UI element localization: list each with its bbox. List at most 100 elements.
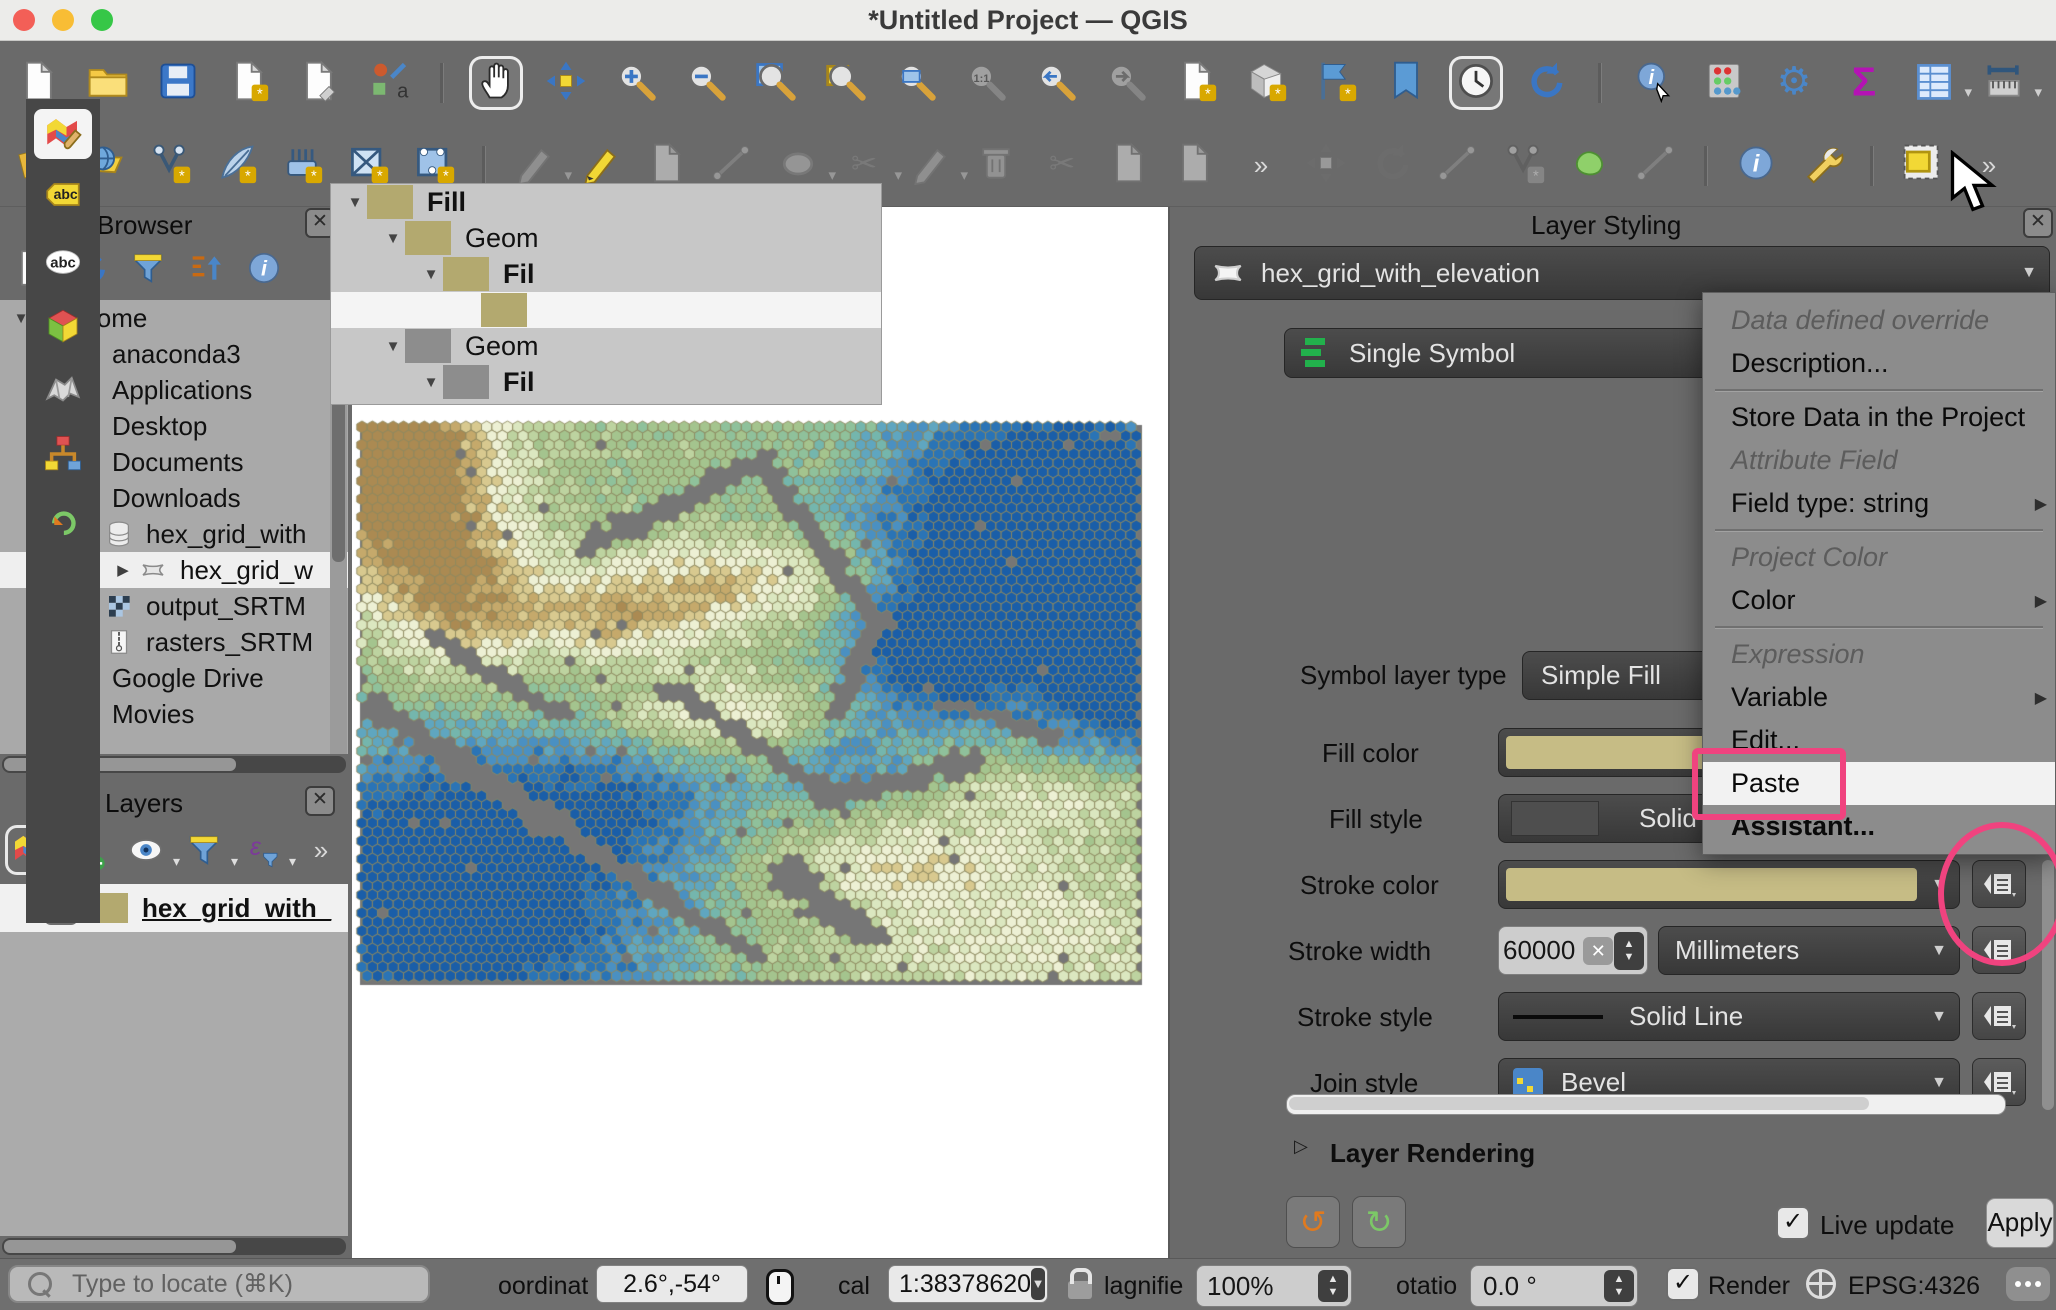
pan-map-button[interactable]: [472, 59, 520, 107]
styling-vertical-scrollbar[interactable]: [2042, 860, 2054, 1110]
zoom-in-button[interactable]: [612, 59, 660, 107]
messages-bubble-icon[interactable]: [2006, 1267, 2050, 1301]
select-features-by-area-button[interactable]: ▾: [1898, 142, 1946, 190]
magnifier-spinner[interactable]: ▲▼: [1318, 1270, 1348, 1302]
statistical-summary-button[interactable]: [1700, 59, 1748, 107]
filter-by-expression-button[interactable]: ε▾: [240, 828, 284, 872]
menu-item-field-type-string[interactable]: Field type: string▶: [1703, 482, 2055, 525]
symbol-tree-row[interactable]: ▼Geom: [331, 220, 881, 256]
rotation-spinner[interactable]: ▲▼: [1604, 1270, 1634, 1302]
extents-mouse-icon[interactable]: [766, 1269, 794, 1305]
magnifier-spinbox[interactable]: 100% ▲▼: [1196, 1265, 1352, 1307]
menu-item-paste[interactable]: Paste: [1703, 762, 2055, 805]
paste-features-button[interactable]: [1170, 142, 1218, 190]
vertex-tool-button[interactable]: *: [1500, 142, 1548, 190]
properties-info-button[interactable]: i: [242, 246, 286, 290]
toolbar-overflow-mid-button[interactable]: »: [1236, 142, 1284, 190]
lock-scale-icon[interactable]: [1068, 1281, 1092, 1299]
zoom-native-button[interactable]: 1:1: [962, 59, 1010, 107]
symbol-tree-row[interactable]: ▼Fill: [331, 184, 881, 220]
rotation-spinbox[interactable]: 0.0 ° ▲▼: [1470, 1265, 1638, 1307]
new-spatial-bookmark-button[interactable]: *: [1312, 59, 1360, 107]
styling-tab-symbology[interactable]: [34, 109, 92, 159]
advanced-digitize-button[interactable]: ▾: [906, 142, 954, 190]
menu-item-variable[interactable]: Variable▶: [1703, 676, 2055, 719]
zoom-full-extent-button[interactable]: [752, 59, 800, 107]
stroke-color-combo[interactable]: ▼: [1498, 860, 1960, 909]
identify-features-button[interactable]: i: [1630, 59, 1678, 107]
zoom-to-layer-button[interactable]: [892, 59, 940, 107]
style-manager-button[interactable]: a: [364, 59, 412, 107]
redo-button[interactable]: ↻: [1352, 1196, 1406, 1248]
toolbar-overflow-end-button[interactable]: »: [1964, 142, 2012, 190]
collapse-all-button[interactable]: [184, 246, 228, 290]
menu-item-assistant[interactable]: Assistant...: [1703, 805, 2055, 848]
filter-legend-button[interactable]: ▾: [182, 828, 226, 872]
copy-features-button[interactable]: [1104, 142, 1152, 190]
stroke-width-data-defined-button[interactable]: [1972, 926, 2026, 974]
hex-grid-map[interactable]: [354, 417, 1148, 992]
apply-button[interactable]: Apply: [1986, 1198, 2054, 1248]
symbol-tree-row[interactable]: ▼Fil: [331, 256, 881, 292]
zoom-to-selection-button[interactable]: [822, 59, 870, 107]
locator-search-input[interactable]: Type to locate (⌘K): [8, 1265, 430, 1303]
zoom-out-button[interactable]: [682, 59, 730, 107]
styling-tab-labels[interactable]: abc: [34, 173, 92, 223]
new-map-view-button[interactable]: *: [1172, 59, 1220, 107]
styling-horizontal-scrollbar[interactable]: [1286, 1094, 2006, 1115]
move-feature-button[interactable]: [1302, 142, 1350, 190]
zoom-next-button[interactable]: [1102, 59, 1150, 107]
styling-close-icon[interactable]: ✕: [2023, 208, 2053, 238]
stroke-width-spinner[interactable]: ▲▼: [1614, 932, 1644, 970]
render-checkbox[interactable]: ✓: [1666, 1267, 1700, 1301]
stroke-width-unit-combo[interactable]: Millimeters ▼: [1658, 926, 1960, 975]
refresh-map-button[interactable]: [1522, 59, 1570, 107]
menu-item-description[interactable]: Description...: [1703, 342, 2055, 385]
chevron-down-icon[interactable]: ▾: [894, 166, 902, 184]
zoom-last-button[interactable]: [1032, 59, 1080, 107]
expander-icon[interactable]: ▶: [112, 561, 134, 579]
manage-visibility-button[interactable]: ▾: [124, 828, 168, 872]
split-features-button[interactable]: [1434, 142, 1482, 190]
stroke-width-spinbox[interactable]: 60000 ✕ ▲▼: [1498, 926, 1648, 975]
symbol-tree-row[interactable]: ▼Geom: [331, 328, 881, 364]
live-update-checkbox[interactable]: ✓: [1776, 1206, 1810, 1240]
scale-combo[interactable]: 1:38378620 ▼: [888, 1265, 1048, 1303]
symbol-tree-row[interactable]: [331, 292, 881, 328]
menu-item-store-data-in-the-project[interactable]: Store Data in the Project: [1703, 396, 2055, 439]
rotate-feature-button[interactable]: [1368, 142, 1416, 190]
layers-horizontal-scrollbar[interactable]: [2, 1238, 346, 1255]
styling-tab-history[interactable]: [34, 493, 92, 543]
show-statistics-sum-button[interactable]: Σ: [1840, 59, 1888, 107]
pan-map-to-selection-button[interactable]: [542, 59, 590, 107]
crs-label[interactable]: EPSG:4326: [1848, 1272, 1980, 1301]
toolbox-wrench-button[interactable]: [1798, 142, 1846, 190]
cut-features-button[interactable]: ✂: [1038, 142, 1086, 190]
layer-rendering-header[interactable]: Layer Rendering: [1330, 1138, 1535, 1169]
new-3d-map-view-button[interactable]: *: [1242, 59, 1290, 107]
delete-selected-button[interactable]: [972, 142, 1020, 190]
styling-tab-diagrams[interactable]: [34, 365, 92, 415]
save-project-button[interactable]: [154, 59, 202, 107]
stroke-style-combo[interactable]: Solid Line ▼: [1498, 992, 1960, 1041]
processing-options-button[interactable]: ⚙: [1770, 59, 1818, 107]
layout-decoration-button[interactable]: [1632, 142, 1680, 190]
chevron-down-icon[interactable]: ▼: [1031, 1268, 1045, 1300]
stroke-style-data-defined-button[interactable]: [1972, 992, 2026, 1040]
layer-rendering-expander-icon[interactable]: ▷: [1294, 1136, 1308, 1157]
symbol-tree-row[interactable]: ▼Fil: [331, 364, 881, 400]
coordinate-field[interactable]: 2.6°,-54°: [596, 1265, 748, 1303]
help-contents-button[interactable]: i: [1732, 142, 1780, 190]
chevron-down-icon[interactable]: ▾: [1964, 83, 1972, 101]
chevron-down-icon[interactable]: ▾: [564, 166, 572, 184]
add-annotation-button[interactable]: [1566, 142, 1614, 190]
chevron-down-icon[interactable]: ▾: [1952, 166, 1960, 184]
layer-name[interactable]: hex_grid_with_: [142, 893, 342, 924]
open-attribute-table-button[interactable]: ▾: [1910, 59, 1958, 107]
temporal-controller-button[interactable]: [1452, 59, 1500, 107]
menu-item-color[interactable]: Color▶: [1703, 579, 2055, 622]
chevron-down-icon[interactable]: ▾: [2034, 83, 2042, 101]
styling-tab-mask[interactable]: abc: [34, 237, 92, 287]
layers-overflow-button[interactable]: »: [298, 828, 342, 872]
menu-item-edit[interactable]: Edit...: [1703, 719, 2055, 762]
